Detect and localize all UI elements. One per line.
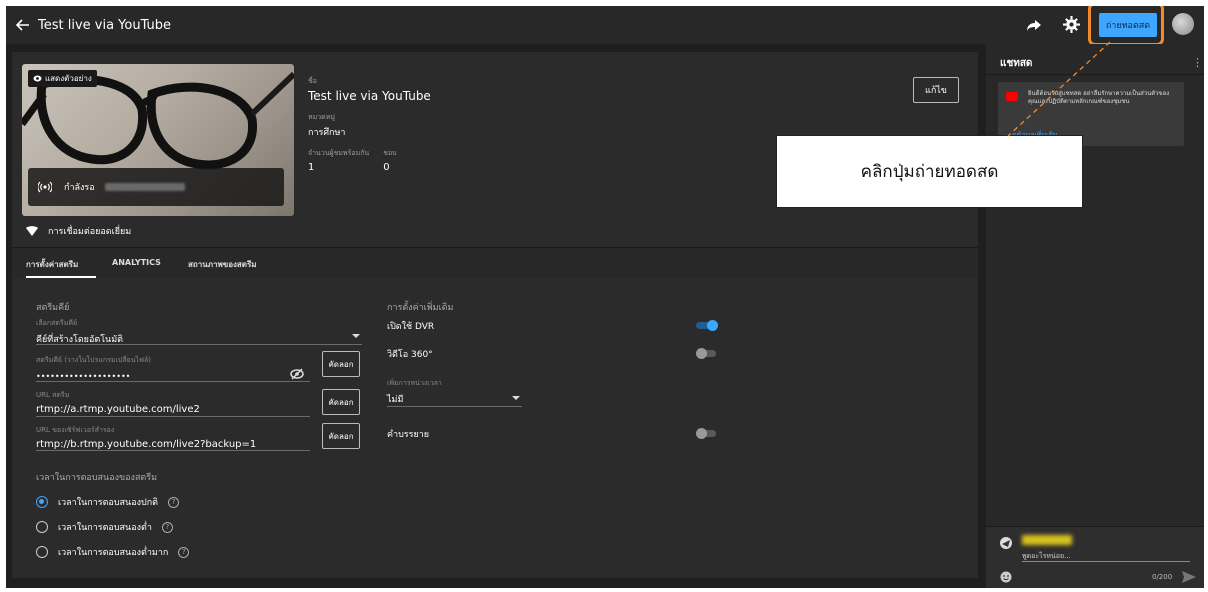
- category-label: หมวดหมู่: [308, 113, 335, 121]
- stream-key-select-label: เลือกสตรีมคีย์: [36, 319, 78, 327]
- category-value: การศึกษา: [308, 128, 346, 138]
- chat-title: แชทสด: [1000, 58, 1033, 69]
- chat-divider: [986, 74, 1204, 75]
- viewers-label: จำนวนผู้ชมพร้อมกัน: [308, 149, 370, 157]
- copy-stream-url-button[interactable]: คัดลอก: [322, 389, 360, 415]
- latency-option-label: เวลาในการตอบสนองต่ำมาก: [58, 548, 169, 558]
- dvr-label: เปิดใช้ DVR: [387, 322, 435, 332]
- status-blurred-text: [104, 183, 185, 191]
- stream-key-value: ••••••••••••••••••••: [36, 372, 131, 381]
- latency-option-normal[interactable]: เวลาในการตอบสนองปกติ ?: [36, 495, 179, 509]
- stream-url-underline: [36, 416, 310, 417]
- copy-stream-key-button[interactable]: คัดลอก: [322, 351, 360, 377]
- video360-toggle[interactable]: [696, 348, 718, 359]
- active-tab-indicator: [26, 276, 96, 278]
- emoji-icon[interactable]: [1000, 571, 1012, 583]
- top-bar: Test live via YouTube ถ่ายทอดสด: [6, 6, 1204, 46]
- preview-badge[interactable]: แสดงตัวอย่าง: [28, 70, 97, 87]
- help-icon[interactable]: ?: [161, 521, 173, 533]
- additional-settings-heading: การตั้งค่าเพิ่มเติม: [387, 303, 454, 313]
- callout-box: คลิกปุ่มถ่ายทอดสด: [776, 135, 1083, 208]
- stream-main-panel: แสดงตัวอย่าง กำลังรอ ชื่อ Test live via …: [12, 52, 978, 578]
- chat-notice-text: ยินดีต้อนรับสู่แชทสด อย่าลืมรักษาความเป็…: [1028, 90, 1170, 105]
- stream-info: ชื่อ Test live via YouTube หมวดหมู่ การศ…: [308, 76, 431, 173]
- stream-url-field[interactable]: URL สตรีม rtmp://a.rtmp.youtube.com/live…: [36, 390, 200, 415]
- delay-underline: [387, 406, 522, 407]
- likes-value: 0: [383, 162, 390, 173]
- studio-window: Test live via YouTube ถ่ายทอดสด แสดงตัวอ: [6, 6, 1204, 588]
- stream-preview: แสดงตัวอย่าง กำลังรอ: [22, 64, 294, 216]
- chat-avatar-icon: [1000, 537, 1012, 549]
- avatar[interactable]: [1172, 13, 1194, 35]
- stream-status-bar: กำลังรอ: [28, 168, 284, 206]
- dvr-toggle[interactable]: [696, 320, 718, 331]
- backup-url-field[interactable]: URL ของเซิร์ฟเวอร์สำรอง rtmp://b.rtmp.yo…: [36, 425, 256, 450]
- live-button-highlight: [1088, 6, 1164, 46]
- radio-unselected[interactable]: [36, 521, 48, 533]
- settings-tabs: การตั้งค่าสตรีม ANALYTICS สถานภาพของสตรี…: [12, 248, 978, 278]
- chat-input-underline: [1022, 561, 1190, 562]
- title-label: ชื่อ: [308, 77, 317, 85]
- stream-key-label: สตรีมคีย์ (วางในโปรแกรมเปลี่ยนไฟล์): [36, 356, 152, 364]
- edit-button[interactable]: แก้ไข: [913, 77, 959, 103]
- delay-select[interactable]: เพิ่มการหน่วงเวลา ไม่มี: [387, 378, 442, 406]
- stream-key-underline: [36, 381, 310, 382]
- stream-url-value: rtmp://a.rtmp.youtube.com/live2: [36, 404, 200, 415]
- radio-selected[interactable]: [36, 496, 48, 508]
- send-icon[interactable]: [1182, 571, 1196, 583]
- chat-username-blurred: [1022, 535, 1072, 545]
- delay-value: ไม่มี: [387, 395, 404, 405]
- backup-url-underline: [36, 450, 310, 451]
- viewers-value: 1: [308, 162, 315, 173]
- tab-stream-health[interactable]: สถานภาพของสตรีม: [188, 258, 257, 271]
- latency-heading: เวลาในการตอบสนองของสตรีม: [36, 473, 158, 483]
- tab-stream-settings[interactable]: การตั้งค่าสตรีม: [26, 258, 78, 271]
- video360-label: วิดีโอ 360°: [387, 350, 433, 360]
- stream-key-select[interactable]: เลือกสตรีมคีย์ คีย์ที่สร้างโดยอัตโนมัติ: [36, 318, 123, 346]
- connection-status-text: การเชื่อมต่อยอดเยี่ยม: [48, 227, 132, 237]
- backup-url-value: rtmp://b.rtmp.youtube.com/live2?backup=1: [36, 439, 257, 450]
- chat-input-area: พูดอะไรหน่อย... 0/200: [986, 526, 1204, 588]
- captions-label: คำบรรยาย: [387, 430, 430, 440]
- latency-option-label: เวลาในการตอบสนองปกติ: [58, 498, 158, 508]
- stream-key-field[interactable]: สตรีมคีย์ (วางในโปรแกรมเปลี่ยนไฟล์) ••••…: [36, 355, 151, 381]
- youtube-icon: [1006, 92, 1018, 101]
- latency-option-label: เวลาในการตอบสนองต่ำ: [58, 523, 152, 533]
- stream-key-select-underline: [36, 344, 362, 345]
- delay-label: เพิ่มการหน่วงเวลา: [387, 379, 442, 387]
- more-vert-icon[interactable]: ⋮: [1192, 56, 1203, 69]
- title-value: Test live via YouTube: [308, 89, 431, 103]
- stream-key-heading: สตรีมคีย์: [36, 303, 70, 313]
- live-chat-panel: แชทสด ⋮ ยินดีต้อนรับสู่แชทสด อย่าลืมรักษ…: [986, 44, 1204, 588]
- stream-url-label: URL สตรีม: [36, 391, 70, 399]
- help-icon[interactable]: ?: [178, 546, 190, 558]
- share-icon[interactable]: [1026, 17, 1042, 33]
- char-count: 0/200: [1152, 573, 1173, 581]
- chevron-down-icon[interactable]: [352, 334, 360, 338]
- back-arrow-icon[interactable]: [16, 18, 30, 32]
- latency-option-ultra-low[interactable]: เวลาในการตอบสนองต่ำมาก ?: [36, 545, 190, 559]
- preview-badge-label: แสดงตัวอย่าง: [45, 74, 92, 83]
- latency-option-low[interactable]: เวลาในการตอบสนองต่ำ ?: [36, 520, 173, 534]
- gear-icon[interactable]: [1063, 16, 1080, 33]
- help-icon[interactable]: ?: [168, 496, 179, 508]
- copy-backup-url-button[interactable]: คัดลอก: [322, 423, 360, 449]
- connection-status: การเชื่อมต่อยอดเยี่ยม: [26, 224, 131, 238]
- tab-analytics[interactable]: ANALYTICS: [112, 258, 161, 267]
- chevron-down-icon[interactable]: [512, 396, 520, 400]
- wifi-icon: [26, 226, 38, 236]
- broadcast-icon: [38, 181, 52, 193]
- stream-status-text: กำลังรอ: [64, 183, 95, 193]
- captions-toggle[interactable]: [696, 428, 718, 439]
- hide-key-icon[interactable]: [290, 368, 304, 380]
- backup-url-label: URL ของเซิร์ฟเวอร์สำรอง: [36, 426, 115, 434]
- radio-unselected[interactable]: [36, 546, 48, 558]
- eye-icon: [33, 75, 42, 82]
- likes-label: ชอบ: [383, 149, 397, 157]
- page-title: Test live via YouTube: [38, 17, 172, 33]
